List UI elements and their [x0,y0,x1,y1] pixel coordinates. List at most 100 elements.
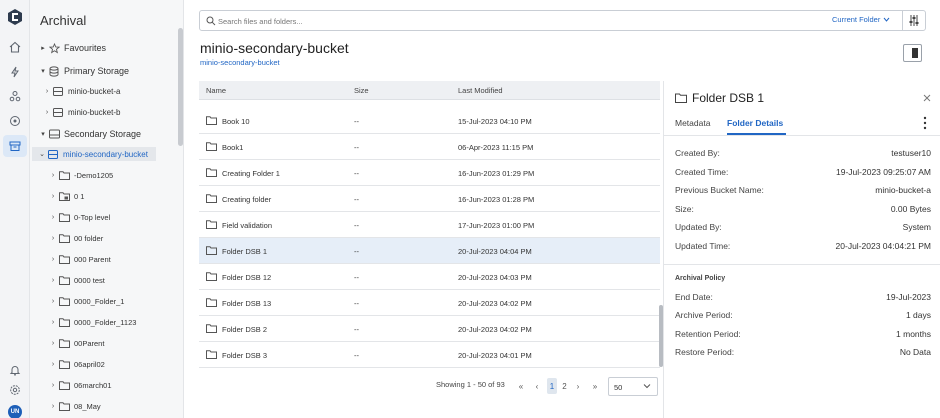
chevron-down-icon[interactable]: ⌄ [37,150,47,158]
prev-page-button[interactable]: ‹ [533,378,541,394]
chevron-right-icon[interactable]: ▸ [38,44,48,52]
last-page-button[interactable]: » [590,378,600,394]
chevron-right-icon[interactable]: › [48,298,58,305]
chevron-right-icon[interactable]: › [48,277,58,284]
chevron-right-icon[interactable]: › [48,172,58,179]
close-icon[interactable] [922,93,932,103]
tree-item[interactable]: ▾ Primary Storage [38,63,129,79]
chevron-right-icon[interactable]: › [48,319,58,326]
panel-toggle-button[interactable] [903,44,922,62]
chevron-down-icon[interactable]: ▾ [38,130,48,138]
folder-icon [58,317,70,328]
user-avatar[interactable]: UN [8,405,22,418]
table-header: Name Size Last Modified [199,81,660,100]
table-row[interactable]: Field validation -- 17-Jun-2023 01:00 PM [199,212,660,238]
chevron-right-icon[interactable]: › [48,340,58,347]
folder-icon [675,93,687,103]
tree-item[interactable]: › 000 Parent [48,252,111,266]
table-row[interactable]: Book 10 -- 15-Jul-2023 04:10 PM [199,108,660,134]
icon-rail: UN [0,0,30,418]
chevron-right-icon[interactable]: › [48,235,58,242]
settings-icon[interactable] [7,113,23,129]
users-icon[interactable] [7,88,23,104]
page-2-button[interactable]: 2 [560,378,569,394]
policy-field-value: 19-Jul-2023 [886,292,931,302]
tab-metadata[interactable]: Metadata [675,118,710,128]
tab-folder-details[interactable]: Folder Details [727,118,783,128]
table-row[interactable]: Folder DSB 1 -- 20-Jul-2023 04:04 PM [199,238,660,264]
table-row[interactable]: Creating folder -- 16-Jun-2023 01:28 PM [199,186,660,212]
tree-item[interactable]: › 0-Top level [48,210,110,224]
chevron-right-icon[interactable]: › [42,88,52,95]
archive-icon[interactable] [3,135,27,157]
bolt-icon[interactable] [7,64,23,80]
tree-item-label: -Demo1205 [74,170,114,180]
star-icon [48,42,60,54]
page-1-button[interactable]: 1 [547,378,557,394]
column-header-modified[interactable]: Last Modified [458,86,503,95]
chevron-right-icon[interactable]: › [48,403,58,410]
more-options-icon[interactable] [923,116,927,130]
chevron-right-icon[interactable]: › [48,193,58,200]
home-icon[interactable] [7,39,23,55]
tree-item[interactable]: › 0 1 [48,189,84,203]
row-modified: 16-Jun-2023 01:29 PM [458,169,535,178]
tree-item[interactable]: › 0000_Folder_1 [48,294,124,308]
chevron-down-icon[interactable]: ▾ [38,67,48,75]
pagination-summary: Showing 1 - 50 of 93 [436,380,505,389]
search-icon [206,16,216,26]
row-modified: 20-Jul-2023 04:04 PM [458,247,532,256]
sidebar-scrollbar[interactable] [178,28,183,146]
table-row[interactable]: Folder DSB 13 -- 20-Jul-2023 04:02 PM [199,290,660,316]
tree-item[interactable]: › 08_May [48,399,101,413]
details-title-row: Folder DSB 1 [675,91,764,105]
notification-bell-icon[interactable] [7,362,23,378]
tree-item-label: 06april02 [74,359,105,369]
detail-field-label: Size: [675,203,694,214]
tree-item[interactable]: › 00Parent [48,336,104,350]
chevron-right-icon[interactable]: › [48,214,58,221]
page-size-select[interactable]: 50 [608,377,658,396]
tree-item[interactable]: ▸ Favourites [38,40,106,56]
tree-item-label: 00 folder [74,233,104,243]
tree-item[interactable]: › minio-bucket-a [42,84,120,98]
tree-item[interactable]: ▾ Secondary Storage [38,126,141,142]
tree-item[interactable]: › 0000 test [48,273,105,287]
table-row[interactable]: Folder DSB 3 -- 20-Jul-2023 04:01 PM [199,342,660,368]
chevron-right-icon[interactable]: › [48,382,58,389]
tree-item[interactable]: › 0000_Folder_1123 [48,315,136,329]
tree-item[interactable]: › 00 folder [48,231,103,245]
table-row[interactable]: Folder DSB 12 -- 20-Jul-2023 04:03 PM [199,264,660,290]
tree-item[interactable]: › -Demo1205 [48,168,113,182]
filter-sliders-icon[interactable] [908,14,920,27]
folder-icon [58,338,70,349]
table-row[interactable]: Folder DSB 2 -- 20-Jul-2023 04:02 PM [199,316,660,342]
tree-item[interactable]: › 06april02 [48,357,105,371]
tree-item-label: 000 Parent [74,254,111,264]
column-header-size[interactable]: Size [354,86,369,95]
row-size: -- [354,299,359,308]
tree-item-label: 0 1 [74,191,85,201]
chevron-right-icon[interactable]: › [42,109,52,116]
chevron-right-icon[interactable]: › [48,361,58,368]
tree-item[interactable]: › minio-bucket-b [42,105,120,119]
column-header-name[interactable]: Name [206,86,226,95]
tree-item[interactable]: ⌄ minio-secondary-bucket [32,147,156,161]
row-modified: 20-Jul-2023 04:03 PM [458,273,532,282]
breadcrumb[interactable]: minio-secondary-bucket [200,58,280,67]
folder-icon [58,170,70,181]
tree-item[interactable]: › 06march01 [48,378,112,392]
tree-item-label: 0-Top level [74,212,111,222]
first-page-button[interactable]: « [516,378,526,394]
app-logo-icon[interactable] [7,8,23,26]
search-scope-dropdown[interactable]: Current Folder [832,15,890,24]
table-row[interactable]: Creating Folder 1 -- 16-Jun-2023 01:29 PM [199,160,660,186]
chevron-right-icon[interactable]: › [48,256,58,263]
detail-field-label: Created By: [675,148,720,158]
folder-tree-sidebar: Archival ▸ Favourites ▾ Primary Storage › min… [30,0,184,418]
gear-icon[interactable] [7,382,23,398]
next-page-button[interactable]: › [574,378,582,394]
table-row[interactable]: Book1 -- 06-Apr-2023 11:15 PM [199,134,660,160]
row-name: Creating folder [222,195,272,204]
search-input[interactable] [218,14,778,28]
